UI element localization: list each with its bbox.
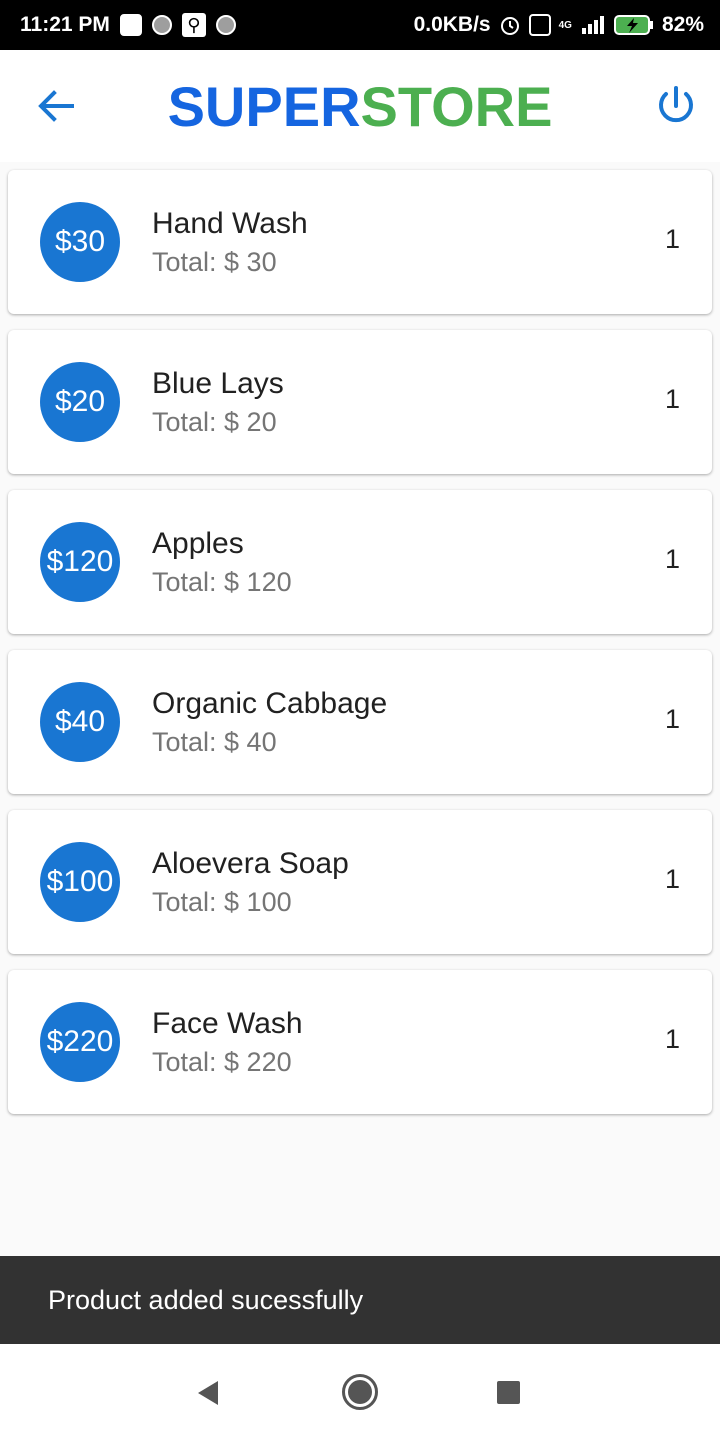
list-item[interactable]: $40 Organic Cabbage Total: $ 40 1 [8, 650, 712, 794]
item-total: Total: $ 120 [152, 567, 292, 597]
item-info: Aloevera Soap Total: $ 100 [152, 846, 349, 922]
signal-icon [580, 14, 606, 36]
list-item[interactable]: $30 Hand Wash Total: $ 30 1 [8, 170, 712, 314]
item-info: Blue Lays Total: $ 20 [152, 366, 284, 442]
price-avatar: $40 [40, 682, 120, 762]
battery-level: 82% [661, 13, 704, 36]
item-total: Total: $ 100 [152, 887, 292, 917]
system-nav-bar [0, 1344, 720, 1440]
item-name: Hand Wash [152, 207, 308, 240]
price-avatar: $30 [40, 202, 120, 282]
title-store: STORE [360, 74, 553, 138]
nav-back-button[interactable] [196, 1380, 220, 1411]
item-quantity: 1 [664, 224, 680, 254]
item-quantity: 1 [664, 1024, 680, 1054]
item-info: Face Wash Total: $ 220 [152, 1006, 303, 1082]
title-super: SUPER [167, 74, 361, 138]
network-speed: 0.0KB/s [413, 13, 491, 36]
price-avatar: $20 [40, 362, 120, 442]
item-info: Hand Wash Total: $ 30 [152, 206, 308, 282]
item-total: Total: $ 220 [152, 1047, 292, 1077]
item-quantity: 1 [664, 704, 680, 734]
status-bar: 11:21 PM ⚲ 0.0KB/s 4G 82% [0, 0, 720, 50]
status-time: 11:21 PM [20, 13, 110, 36]
app-bar: SUPERSTORE [0, 50, 720, 162]
list-item[interactable]: $100 Aloevera Soap Total: $ 100 1 [8, 810, 712, 954]
item-name: Face Wash [152, 1007, 303, 1040]
price-avatar: $220 [40, 1002, 120, 1082]
usb-icon: ⚲ [181, 13, 206, 37]
nav-recents-button[interactable] [497, 1381, 520, 1404]
cart-list: $30 Hand Wash Total: $ 30 1 $20 Blue Lay… [8, 170, 712, 1130]
item-quantity: 1 [664, 864, 680, 894]
network-type: 4G [558, 19, 572, 31]
logout-button[interactable] [654, 84, 698, 128]
notification-dot-icon [151, 15, 172, 35]
item-total: Total: $ 40 [152, 727, 277, 757]
item-name: Apples [152, 527, 244, 560]
snackbar: Product added sucessfully [0, 1256, 720, 1344]
snackbar-message: Product added sucessfully [48, 1284, 364, 1315]
alarm-icon [499, 14, 521, 36]
list-item[interactable]: $120 Apples Total: $ 120 1 [8, 490, 712, 634]
item-total: Total: $ 30 [152, 247, 277, 277]
item-name: Blue Lays [152, 367, 284, 400]
app-notification-icon [119, 14, 142, 36]
item-quantity: 1 [664, 384, 680, 414]
home-circle-icon [348, 1380, 372, 1404]
volte-icon [528, 14, 551, 36]
nav-home-button[interactable] [342, 1374, 378, 1410]
item-quantity: 1 [664, 544, 680, 574]
power-icon [659, 86, 693, 123]
item-info: Apples Total: $ 120 [152, 526, 292, 602]
list-item[interactable]: $220 Face Wash Total: $ 220 1 [8, 970, 712, 1114]
item-name: Organic Cabbage [152, 687, 388, 720]
triangle-back-icon [198, 1381, 218, 1405]
battery-icon [613, 14, 654, 36]
item-name: Aloevera Soap [152, 847, 349, 880]
list-item[interactable]: $20 Blue Lays Total: $ 20 1 [8, 330, 712, 474]
item-total: Total: $ 20 [152, 407, 277, 437]
price-avatar: $100 [40, 842, 120, 922]
page-title: SUPERSTORE [168, 74, 553, 139]
price-avatar: $120 [40, 522, 120, 602]
notification-dot-icon-2 [215, 15, 236, 35]
item-info: Organic Cabbage Total: $ 40 [152, 686, 387, 762]
back-button[interactable] [34, 86, 78, 126]
arrow-left-icon [38, 90, 74, 122]
